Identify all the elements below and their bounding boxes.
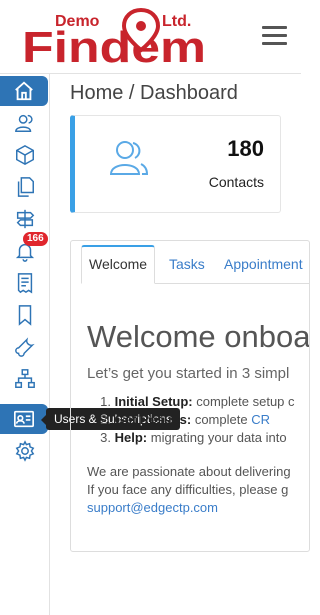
sidebar: 166 [0,74,50,615]
support-email-link[interactable]: support@edgectp.com [87,499,291,517]
contacts-count: 180 [227,136,264,161]
findem-logo[interactable]: Demo Ltd. Findem [20,6,210,68]
sidebar-item-notifications[interactable]: 166 [0,232,49,266]
documents-icon [17,177,34,197]
breadcrumb: Home / Dashboard [70,82,238,104]
step-link[interactable]: CR [251,412,270,427]
home-icon [15,81,33,101]
welcome-title: Welcome onboa [87,319,310,354]
tab-tasks[interactable]: Tasks [169,245,205,281]
sidebar-item-organization[interactable] [0,364,49,394]
onboarding-steps: 1. Initial Setup: complete setup c 2. Ge… [87,393,295,447]
paragraph-line: If you face any difficulties, please g [87,482,289,497]
step-item: 1. Initial Setup: complete setup c [100,394,295,409]
sidebar-item-contacts[interactable] [0,108,49,138]
receipt-icon [17,273,32,294]
bookmark-icon [18,305,31,326]
menu-toggle-button[interactable] [262,26,287,46]
sidebar-item-documents[interactable] [0,172,49,202]
tab-appointments[interactable]: Appointment [224,245,303,281]
contacts-stat-card[interactable]: 180 Contacts [70,115,281,213]
step-item: 3. Help: migrating your data into [100,430,287,445]
step-item: 2. Get Results: complete CR [100,412,270,427]
welcome-paragraph: We are passionate about delivering If yo… [87,463,291,517]
welcome-intro: Let’s get you started in 3 simpl [87,365,290,382]
sidebar-item-home[interactable] [0,76,48,106]
sidebar-item-settings[interactable] [0,436,49,466]
sidebar-item-bookmarks[interactable] [0,300,49,330]
users-icon [14,114,33,132]
users-icon [109,141,149,175]
dashboard-panel: Welcome Tasks Appointment Welcome onboa … [70,240,310,552]
notification-badge: 166 [23,232,48,246]
top-header: Demo Ltd. Findem [0,0,301,74]
sidebar-item-tools[interactable] [0,332,49,362]
contacts-label: Contacts [208,174,264,190]
tab-welcome[interactable]: Welcome [81,245,156,284]
sidebar-item-invoices[interactable] [0,268,49,298]
signpost-icon [16,209,34,229]
sitemap-icon [14,369,35,388]
gear-icon [15,440,34,462]
cube-icon [15,144,34,166]
contact-card-icon [14,410,34,428]
sidebar-item-products[interactable] [0,140,49,170]
tab-bar: Welcome Tasks Appointment [81,245,309,284]
paragraph-line: We are passionate about delivering [87,464,291,479]
wrench-icon [14,337,35,357]
sidebar-item-directions[interactable] [0,204,49,234]
brand-name: Findem [22,23,206,68]
